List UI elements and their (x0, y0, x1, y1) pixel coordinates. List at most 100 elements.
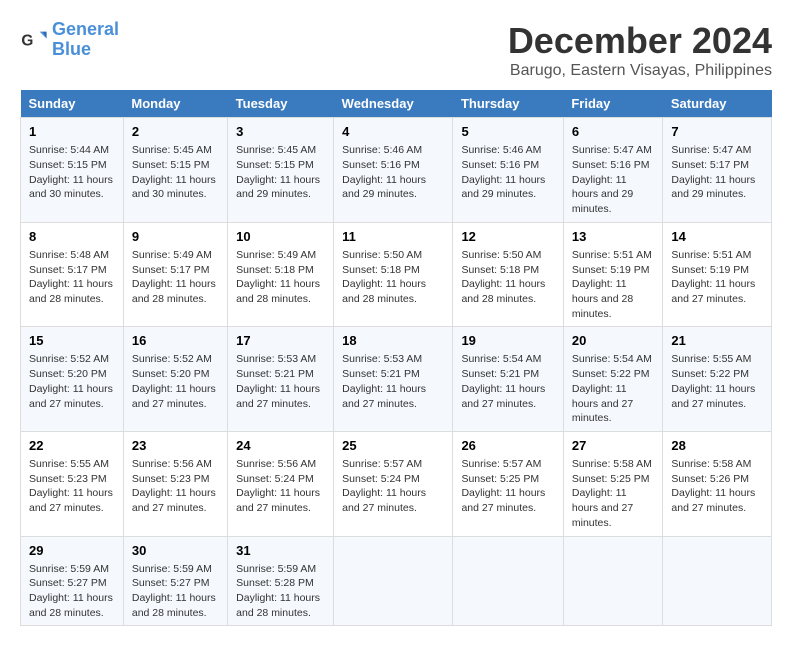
calendar-cell: 10 Sunrise: 5:49 AMSunset: 5:18 PMDayligh… (228, 222, 334, 327)
calendar-cell: 6 Sunrise: 5:47 AMSunset: 5:16 PMDaylight… (563, 118, 663, 223)
header-friday: Friday (563, 90, 663, 118)
day-info: Sunrise: 5:58 AMSunset: 5:26 PMDaylight:… (671, 457, 763, 516)
subtitle: Barugo, Eastern Visayas, Philippines (508, 62, 772, 80)
calendar-cell: 11Sunrise: 5:50 AMSunset: 5:18 PMDayligh… (334, 222, 453, 327)
day-number: 19 (461, 332, 554, 350)
calendar-header-row: SundayMondayTuesdayWednesdayThursdayFrid… (21, 90, 772, 118)
day-number: 9 (132, 228, 219, 246)
day-info: Sunrise: 5:56 AMSunset: 5:23 PMDaylight:… (132, 457, 219, 516)
day-number: 16 (132, 332, 219, 350)
logo-line2: Blue (52, 39, 91, 59)
day-info: Sunrise: 5:57 AMSunset: 5:25 PMDaylight:… (461, 457, 554, 516)
calendar-cell: 25Sunrise: 5:57 AMSunset: 5:24 PMDayligh… (334, 431, 453, 536)
calendar-cell: 28 Sunrise: 5:58 AMSunset: 5:26 PMDayligh… (663, 431, 772, 536)
calendar-cell: 27Sunrise: 5:58 AMSunset: 5:25 PMDayligh… (563, 431, 663, 536)
calendar-cell: 8 Sunrise: 5:48 AMSunset: 5:17 PMDaylight… (21, 222, 124, 327)
calendar-cell: 2 Sunrise: 5:45 AMSunset: 5:15 PMDaylight… (123, 118, 227, 223)
day-number: 3 (236, 123, 325, 141)
day-number: 11 (342, 228, 444, 246)
calendar-cell: 16 Sunrise: 5:52 AMSunset: 5:20 PMDayligh… (123, 327, 227, 432)
calendar-cell: 4 Sunrise: 5:46 AMSunset: 5:16 PMDaylight… (334, 118, 453, 223)
day-info: Sunrise: 5:52 AMSunset: 5:20 PMDaylight:… (132, 352, 219, 411)
calendar-week-5: 29Sunrise: 5:59 AMSunset: 5:27 PMDayligh… (21, 536, 772, 626)
calendar-cell: 17 Sunrise: 5:53 AMSunset: 5:21 PMDayligh… (228, 327, 334, 432)
calendar-cell: 18 Sunrise: 5:53 AMSunset: 5:21 PMDayligh… (334, 327, 453, 432)
day-info: Sunrise: 5:51 AMSunset: 5:19 PMDaylight:… (671, 248, 763, 307)
day-number: 5 (461, 123, 554, 141)
day-number: 8 (29, 228, 115, 246)
header: G General Blue December 2024 Barugo, Eas… (20, 20, 772, 80)
day-info: Sunrise: 5:57 AMSunset: 5:24 PMDaylight:… (342, 457, 444, 516)
calendar-cell: 20 Sunrise: 5:54 AMSunset: 5:22 PMDayligh… (563, 327, 663, 432)
calendar-week-2: 8 Sunrise: 5:48 AMSunset: 5:17 PMDaylight… (21, 222, 772, 327)
logo-line1: General (52, 19, 119, 39)
day-number: 1 (29, 123, 115, 141)
day-info: Sunrise: 5:46 AMSunset: 5:16 PMDaylight:… (342, 143, 444, 202)
calendar-cell: 26 Sunrise: 5:57 AMSunset: 5:25 PMDayligh… (453, 431, 563, 536)
day-info: Sunrise: 5:50 AMSunset: 5:18 PMDaylight:… (461, 248, 554, 307)
day-number: 29 (29, 542, 115, 560)
day-number: 27 (572, 437, 655, 455)
calendar-cell: 23 Sunrise: 5:56 AMSunset: 5:23 PMDayligh… (123, 431, 227, 536)
day-number: 22 (29, 437, 115, 455)
day-info: Sunrise: 5:46 AMSunset: 5:16 PMDaylight:… (461, 143, 554, 202)
day-number: 14 (671, 228, 763, 246)
day-info: Sunrise: 5:54 AMSunset: 5:22 PMDaylight:… (572, 352, 655, 425)
day-info: Sunrise: 5:53 AMSunset: 5:21 PMDaylight:… (236, 352, 325, 411)
calendar-cell (334, 536, 453, 626)
day-number: 20 (572, 332, 655, 350)
day-number: 10 (236, 228, 325, 246)
svg-text:G: G (21, 32, 33, 49)
day-info: Sunrise: 5:45 AMSunset: 5:15 PMDaylight:… (132, 143, 219, 202)
day-number: 21 (671, 332, 763, 350)
calendar-table: SundayMondayTuesdayWednesdayThursdayFrid… (20, 90, 772, 626)
calendar-cell (453, 536, 563, 626)
day-number: 7 (671, 123, 763, 141)
header-sunday: Sunday (21, 90, 124, 118)
calendar-cell: 13 Sunrise: 5:51 AMSunset: 5:19 PMDayligh… (563, 222, 663, 327)
calendar-week-3: 15 Sunrise: 5:52 AMSunset: 5:20 PMDayligh… (21, 327, 772, 432)
day-info: Sunrise: 5:49 AMSunset: 5:18 PMDaylight:… (236, 248, 325, 307)
day-info: Sunrise: 5:51 AMSunset: 5:19 PMDaylight:… (572, 248, 655, 321)
calendar-week-1: 1Sunrise: 5:44 AMSunset: 5:15 PMDaylight… (21, 118, 772, 223)
day-number: 2 (132, 123, 219, 141)
calendar-cell: 7 Sunrise: 5:47 AMSunset: 5:17 PMDaylight… (663, 118, 772, 223)
day-number: 28 (671, 437, 763, 455)
calendar-cell: 12 Sunrise: 5:50 AMSunset: 5:18 PMDayligh… (453, 222, 563, 327)
header-tuesday: Tuesday (228, 90, 334, 118)
day-number: 23 (132, 437, 219, 455)
calendar-cell: 5 Sunrise: 5:46 AMSunset: 5:16 PMDaylight… (453, 118, 563, 223)
calendar-cell: 3 Sunrise: 5:45 AMSunset: 5:15 PMDaylight… (228, 118, 334, 223)
day-number: 12 (461, 228, 554, 246)
calendar-week-4: 22 Sunrise: 5:55 AMSunset: 5:23 PMDayligh… (21, 431, 772, 536)
calendar-cell: 14 Sunrise: 5:51 AMSunset: 5:19 PMDayligh… (663, 222, 772, 327)
calendar-cell: 19 Sunrise: 5:54 AMSunset: 5:21 PMDayligh… (453, 327, 563, 432)
header-monday: Monday (123, 90, 227, 118)
day-number: 6 (572, 123, 655, 141)
day-info: Sunrise: 5:47 AMSunset: 5:16 PMDaylight:… (572, 143, 655, 216)
header-wednesday: Wednesday (334, 90, 453, 118)
calendar-cell (663, 536, 772, 626)
logo-text: General Blue (52, 20, 119, 60)
calendar-cell (563, 536, 663, 626)
day-number: 4 (342, 123, 444, 141)
logo: G General Blue (20, 20, 119, 60)
day-info: Sunrise: 5:54 AMSunset: 5:21 PMDaylight:… (461, 352, 554, 411)
day-number: 30 (132, 542, 219, 560)
day-info: Sunrise: 5:53 AMSunset: 5:21 PMDaylight:… (342, 352, 444, 411)
calendar-cell: 1Sunrise: 5:44 AMSunset: 5:15 PMDaylight… (21, 118, 124, 223)
day-info: Sunrise: 5:47 AMSunset: 5:17 PMDaylight:… (671, 143, 763, 202)
day-info: Sunrise: 5:55 AMSunset: 5:23 PMDaylight:… (29, 457, 115, 516)
day-number: 26 (461, 437, 554, 455)
calendar-cell: 22 Sunrise: 5:55 AMSunset: 5:23 PMDayligh… (21, 431, 124, 536)
logo-icon: G (20, 26, 48, 54)
day-number: 13 (572, 228, 655, 246)
day-info: Sunrise: 5:45 AMSunset: 5:15 PMDaylight:… (236, 143, 325, 202)
day-number: 15 (29, 332, 115, 350)
day-number: 17 (236, 332, 325, 350)
header-saturday: Saturday (663, 90, 772, 118)
calendar-cell: 15Sunrise: 5:52 AMSunset: 5:20 PMDayligh… (21, 327, 124, 432)
day-info: Sunrise: 5:48 AMSunset: 5:17 PMDaylight:… (29, 248, 115, 307)
day-info: Sunrise: 5:55 AMSunset: 5:22 PMDaylight:… (671, 352, 763, 411)
day-number: 18 (342, 332, 444, 350)
